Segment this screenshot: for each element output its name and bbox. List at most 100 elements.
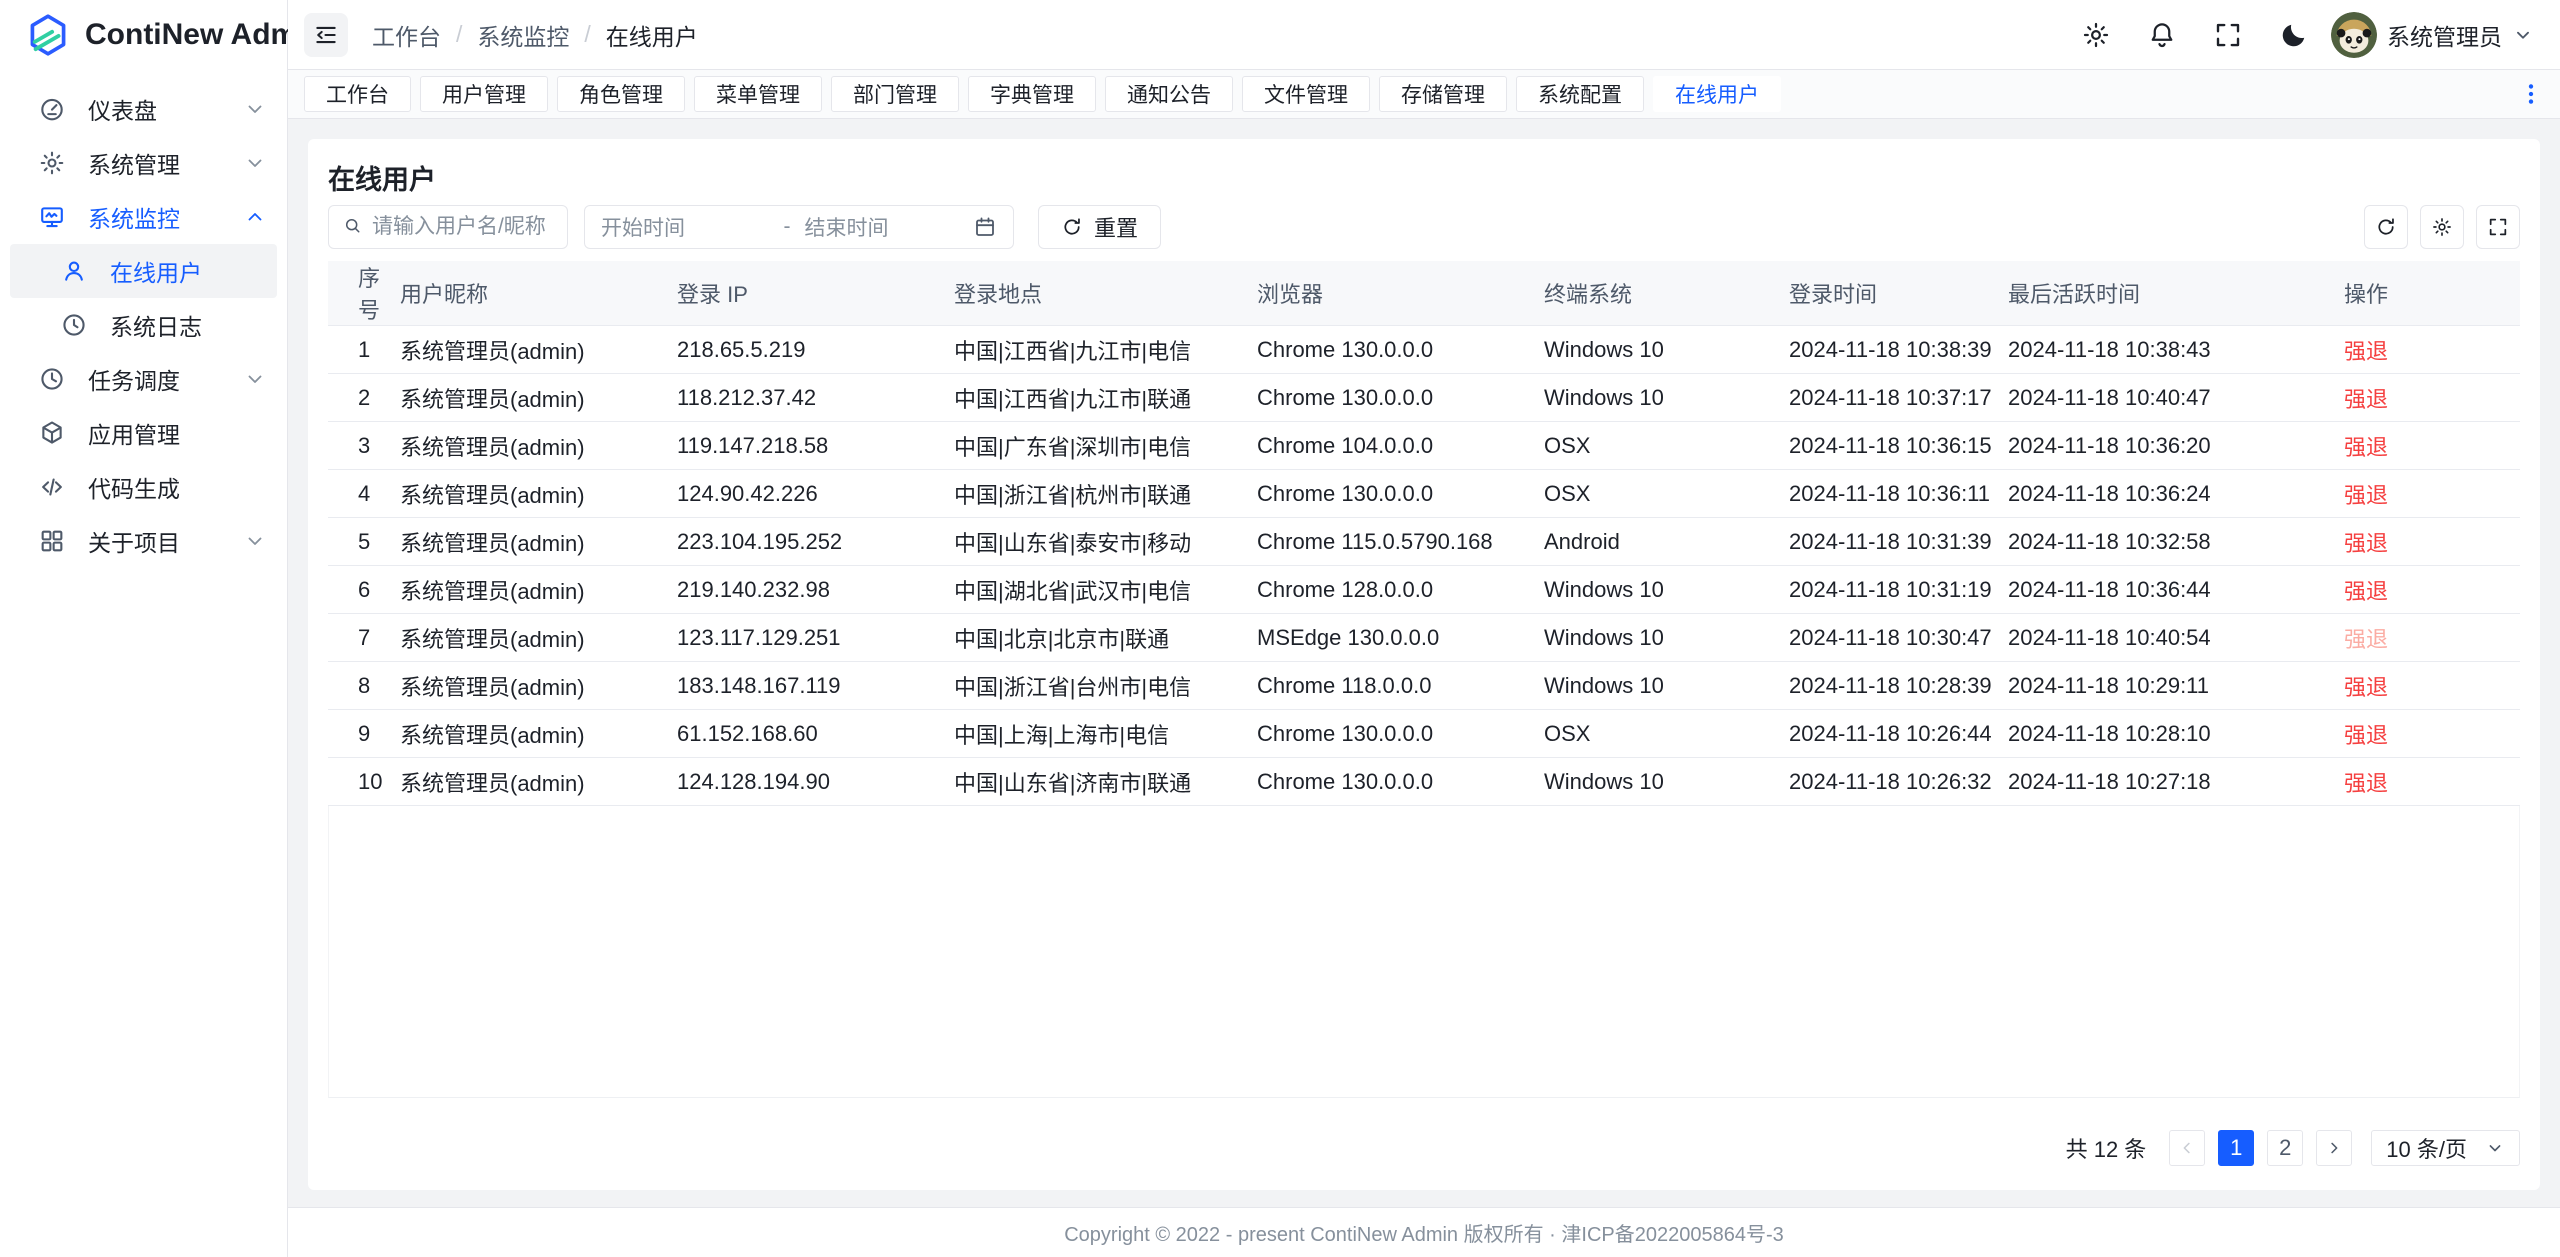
cell-browser: Chrome 118.0.0.0: [1257, 662, 1544, 710]
tab-7[interactable]: 文件管理: [1242, 76, 1370, 112]
cell-nickname: 系统管理员(admin): [400, 614, 677, 662]
start-date-field[interactable]: 开始时间: [601, 212, 770, 242]
main-column: 工作台 / 系统监控 / 在线用户: [288, 0, 2560, 1257]
end-date-field[interactable]: 结束时间: [805, 212, 974, 242]
breadcrumb-item-workbench[interactable]: 工作台: [372, 18, 441, 52]
fullscreen-icon[interactable]: [2213, 20, 2243, 50]
tab-5[interactable]: 字典管理: [968, 76, 1096, 112]
breadcrumb-separator: /: [584, 21, 590, 48]
table-row: 8系统管理员(admin)183.148.167.119中国|浙江省|台州市|电…: [328, 662, 2520, 710]
table-empty-space: [328, 806, 2520, 1098]
cell-action: 强退: [2344, 422, 2520, 470]
user-menu[interactable]: 系统管理员: [2331, 12, 2534, 58]
column-header: 最后活跃时间: [2008, 261, 2344, 326]
prev-page-button[interactable]: [2169, 1130, 2205, 1166]
cell-os: OSX: [1544, 710, 1789, 758]
moon-icon[interactable]: [2279, 20, 2309, 50]
sidebar-item-online-user[interactable]: 在线用户: [10, 244, 277, 298]
reset-button[interactable]: 重置: [1038, 205, 1161, 249]
tab-4[interactable]: 部门管理: [831, 76, 959, 112]
date-range-picker[interactable]: 开始时间 - 结束时间: [584, 205, 1014, 249]
force-logout-link[interactable]: 强退: [2344, 435, 2388, 460]
cell-ip: 218.65.5.219: [677, 326, 954, 374]
tab-2[interactable]: 角色管理: [557, 76, 685, 112]
page-button-1[interactable]: 1: [2218, 1130, 2254, 1166]
column-header: 登录地点: [954, 261, 1257, 326]
cell-nickname: 系统管理员(admin): [400, 422, 677, 470]
table-fullscreen-button[interactable]: [2476, 205, 2520, 249]
table-row: 2系统管理员(admin)118.212.37.42中国|江西省|九江市|联通C…: [328, 374, 2520, 422]
tab-8[interactable]: 存储管理: [1379, 76, 1507, 112]
breadcrumb-item-system-monitor[interactable]: 系统监控: [477, 18, 569, 52]
tab-1[interactable]: 用户管理: [420, 76, 548, 112]
sidebar-item-app-management[interactable]: 应用管理: [0, 406, 287, 460]
table-row: 3系统管理员(admin)119.147.218.58中国|广东省|深圳市|电信…: [328, 422, 2520, 470]
force-logout-link[interactable]: 强退: [2344, 387, 2388, 412]
page-size-select[interactable]: 10 条/页: [2371, 1130, 2520, 1166]
cell-os: Windows 10: [1544, 758, 1789, 806]
sidebar-item-label: 在线用户: [110, 254, 202, 288]
avatar[interactable]: [2331, 12, 2377, 58]
cell-action: 强退: [2344, 614, 2520, 662]
sidebar-item-code-generation[interactable]: 代码生成: [0, 460, 287, 514]
sidebar-item-task-schedule[interactable]: 任务调度: [0, 352, 287, 406]
cell-login_time: 2024-11-18 10:31:39: [1789, 518, 2008, 566]
sidebar-item-system-management[interactable]: 系统管理: [0, 136, 287, 190]
cell-location: 中国|广东省|深圳市|电信: [954, 422, 1257, 470]
cell-login_time: 2024-11-18 10:30:47: [1789, 614, 2008, 662]
cell-ip: 124.90.42.226: [677, 470, 954, 518]
sidebar-item-system-log[interactable]: 系统日志: [10, 298, 277, 352]
table-row: 7系统管理员(admin)123.117.129.251中国|北京|北京市|联通…: [328, 614, 2520, 662]
cell-last_active: 2024-11-18 10:32:58: [2008, 518, 2344, 566]
force-logout-link[interactable]: 强退: [2344, 579, 2388, 604]
collapse-sidebar-button[interactable]: [304, 13, 348, 57]
cell-last_active: 2024-11-18 10:27:18: [2008, 758, 2344, 806]
topbar-actions: 系统管理员: [2081, 12, 2534, 58]
tab-3[interactable]: 菜单管理: [694, 76, 822, 112]
column-header: 操作: [2344, 261, 2520, 326]
grid-icon: [38, 527, 66, 555]
cell-browser: Chrome 130.0.0.0: [1257, 326, 1544, 374]
sidebar-item-about-project[interactable]: 关于项目: [0, 514, 287, 568]
cell-os: Windows 10: [1544, 662, 1789, 710]
sidebar-menu: 仪表盘系统管理系统监控在线用户系统日志任务调度应用管理代码生成关于项目: [0, 70, 287, 568]
history-icon: [60, 311, 88, 339]
force-logout-link[interactable]: 强退: [2344, 483, 2388, 508]
tab-0[interactable]: 工作台: [304, 76, 411, 112]
tabs-more-icon[interactable]: [2518, 81, 2544, 107]
footer-copyright: Copyright © 2022 - present ContiNew Admi…: [1064, 1218, 1784, 1247]
cell-action: 强退: [2344, 470, 2520, 518]
settings-icon[interactable]: [2081, 20, 2111, 50]
bell-icon[interactable]: [2147, 20, 2177, 50]
force-logout-link[interactable]: 强退: [2344, 771, 2388, 796]
tab-9[interactable]: 系统配置: [1516, 76, 1644, 112]
cell-browser: Chrome 130.0.0.0: [1257, 758, 1544, 806]
force-logout-link[interactable]: 强退: [2344, 675, 2388, 700]
search-input[interactable]: [372, 215, 553, 239]
force-logout-link[interactable]: 强退: [2344, 531, 2388, 556]
force-logout-link[interactable]: 强退: [2344, 339, 2388, 364]
chevron-down-icon: [243, 151, 267, 175]
sidebar-item-dashboard[interactable]: 仪表盘: [0, 82, 287, 136]
column-settings-button[interactable]: [2420, 205, 2464, 249]
next-page-button[interactable]: [2316, 1130, 2352, 1166]
column-header: 登录时间: [1789, 261, 2008, 326]
app-root: ContiNew Admin 仪表盘系统管理系统监控在线用户系统日志任务调度应用…: [0, 0, 2560, 1257]
calendar-icon: [973, 215, 997, 239]
sidebar-item-system-monitor[interactable]: 系统监控: [0, 190, 287, 244]
force-logout-link[interactable]: 强退: [2344, 627, 2388, 652]
cell-nickname: 系统管理员(admin): [400, 662, 677, 710]
table-row: 1系统管理员(admin)218.65.5.219中国|江西省|九江市|电信Ch…: [328, 326, 2520, 374]
clock-icon: [38, 365, 66, 393]
cell-last_active: 2024-11-18 10:28:10: [2008, 710, 2344, 758]
table-row: 9系统管理员(admin)61.152.168.60中国|上海|上海市|电信Ch…: [328, 710, 2520, 758]
cell-nickname: 系统管理员(admin): [400, 326, 677, 374]
page-button-2[interactable]: 2: [2267, 1130, 2303, 1166]
refresh-table-button[interactable]: [2364, 205, 2408, 249]
tab-6[interactable]: 通知公告: [1105, 76, 1233, 112]
online-users-card: 在线用户 开始时间 - 结束时间: [308, 139, 2540, 1190]
menu-fold-icon: [313, 22, 339, 48]
cell-browser: Chrome 128.0.0.0: [1257, 566, 1544, 614]
force-logout-link[interactable]: 强退: [2344, 723, 2388, 748]
tab-10[interactable]: 在线用户: [1653, 76, 1781, 112]
